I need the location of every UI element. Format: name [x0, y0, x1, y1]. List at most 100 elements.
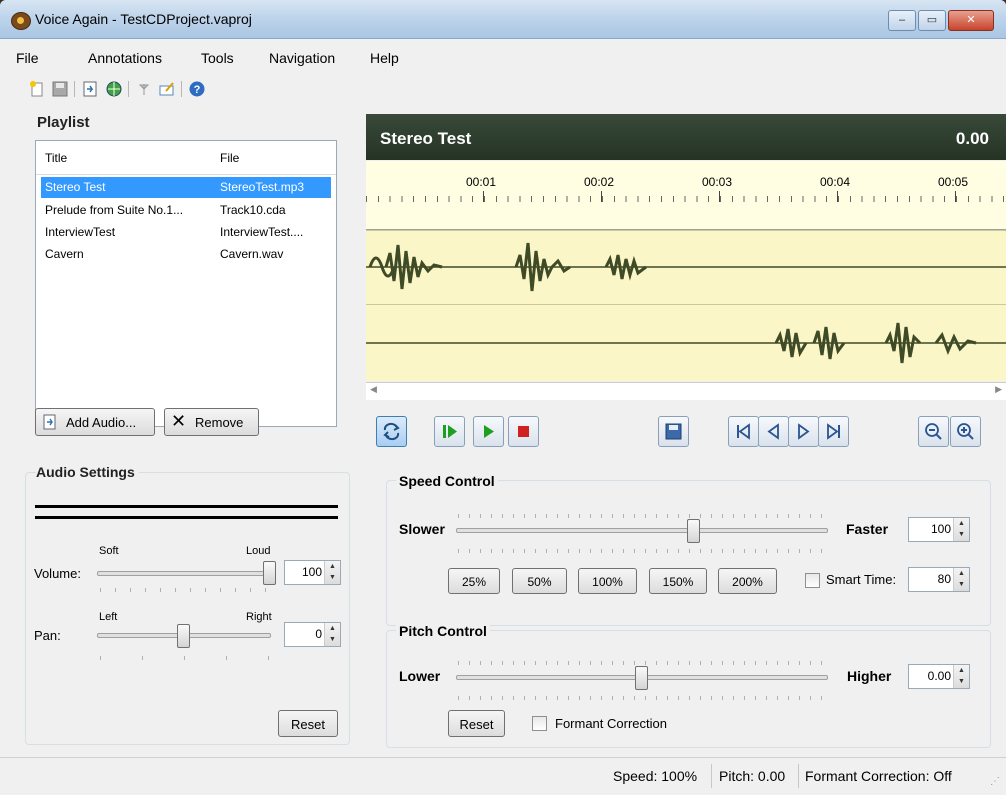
speed-preset-25-button[interactable]: 25%	[448, 568, 500, 594]
web-icon[interactable]	[105, 80, 123, 98]
volume-slider-thumb[interactable]	[263, 561, 276, 585]
pan-spin-arrows[interactable]: ▲ ▼	[324, 623, 340, 646]
step-back-button[interactable]	[758, 416, 789, 447]
add-audio-label: Add Audio...	[66, 415, 137, 430]
column-file[interactable]: File	[220, 151, 239, 165]
horizontal-scrollbar[interactable]: ◀ ▶	[366, 382, 1006, 400]
add-audio-button[interactable]: Add Audio...	[35, 408, 155, 436]
volume-value: 100	[301, 565, 322, 579]
row-title: Cavern	[45, 247, 84, 261]
help-icon[interactable]: ?	[188, 80, 206, 98]
speed-preset-150-button[interactable]: 150%	[649, 568, 707, 594]
app-logo-icon	[11, 12, 31, 30]
row-title: InterviewTest	[45, 225, 116, 239]
speed-slider-thumb[interactable]	[686, 519, 700, 543]
stop-button[interactable]	[508, 416, 539, 447]
formant-correction-label: Formant Correction	[555, 716, 667, 731]
stop-icon	[518, 426, 529, 437]
remove-label: Remove	[195, 415, 244, 430]
zoom-out-button[interactable]	[918, 416, 949, 447]
pitch-spin-arrows[interactable]: ▲ ▼	[953, 665, 969, 688]
track-title: Stereo Test	[380, 129, 472, 148]
pitch-slider-thumb[interactable]	[635, 666, 648, 690]
resize-grip-icon[interactable]: ⋰	[990, 776, 1000, 787]
speed-preset-200-button[interactable]: 200%	[718, 568, 777, 594]
go-start-button[interactable]	[728, 416, 759, 447]
save-icon[interactable]	[51, 80, 69, 98]
row-file: Cavern.wav	[220, 247, 284, 261]
title-bar[interactable]: Voice Again - TestCDProject.vaproj ‒ ▭ ✕	[0, 0, 1006, 39]
marker-icon[interactable]	[135, 80, 153, 98]
volume-spin-arrows[interactable]: ▲ ▼	[324, 561, 340, 584]
pan-slider-thumb[interactable]	[177, 624, 190, 648]
playlist-row-cavern[interactable]: Cavern Cavern.wav	[41, 244, 331, 265]
playlist-row-stereo-test[interactable]: Stereo Test StereoTest.mp3	[41, 177, 331, 198]
play-button[interactable]	[473, 416, 504, 447]
row-title: Prelude from Suite No.1...	[45, 203, 184, 217]
toolbar-separator	[128, 81, 129, 97]
timeline-ruler[interactable]: 00:01 00:02 00:03 00:04 00:05	[366, 161, 1006, 230]
column-title[interactable]: Title	[45, 151, 67, 165]
ruler-label: 00:01	[466, 175, 497, 189]
pan-left-label: Left	[99, 611, 118, 623]
export-icon[interactable]	[81, 80, 99, 98]
track-header: Stereo Test 0.00	[366, 114, 1006, 160]
smart-time-spin-arrows[interactable]: ▲ ▼	[953, 568, 969, 591]
loop-button[interactable]	[376, 416, 407, 447]
ruler-major-ticks	[366, 191, 1006, 202]
step-forward-button[interactable]	[788, 416, 819, 447]
speed-spinner[interactable]: 100 ▲ ▼	[908, 517, 970, 542]
pitch-reset-button[interactable]: Reset	[448, 710, 505, 737]
waveform-right-channel[interactable]	[366, 304, 1006, 381]
speed-preset-100-button[interactable]: 100%	[578, 568, 637, 594]
audio-reset-button[interactable]: Reset	[278, 710, 338, 737]
formant-correction-checkbox[interactable]	[532, 716, 547, 731]
edit-icon[interactable]	[158, 80, 176, 98]
zoom-in-icon	[957, 423, 974, 440]
pan-spinner[interactable]: 0 ▲ ▼	[284, 622, 341, 647]
menu-annotations[interactable]: Annotations	[88, 50, 162, 66]
speed-ticks-bottom	[458, 549, 826, 553]
playlist-row-interview[interactable]: InterviewTest InterviewTest....	[41, 222, 331, 243]
speed-ticks-top	[458, 514, 826, 518]
volume-spinner[interactable]: 100 ▲ ▼	[284, 560, 341, 585]
speed-spin-arrows[interactable]: ▲ ▼	[953, 518, 969, 541]
save-clip-button[interactable]	[658, 416, 689, 447]
playlist-list[interactable]: Title File Stereo Test StereoTest.mp3 Pr…	[35, 140, 337, 427]
menu-file[interactable]: File	[16, 50, 39, 66]
minimize-button[interactable]: ‒	[888, 10, 916, 31]
speed-slider-track[interactable]	[456, 528, 828, 533]
lower-label: Lower	[399, 668, 441, 684]
menu-navigation[interactable]: Navigation	[269, 50, 335, 66]
window-title: Voice Again - TestCDProject.vaproj	[35, 11, 252, 27]
volume-label: Volume:	[34, 566, 81, 581]
zoom-in-button[interactable]	[950, 416, 981, 447]
go-end-icon	[827, 423, 840, 440]
faster-label: Faster	[846, 521, 889, 537]
waveform-left-svg	[366, 242, 1006, 292]
waveform-left-channel[interactable]	[366, 230, 1006, 304]
audio-reset-label: Reset	[291, 717, 325, 732]
add-audio-icon	[43, 414, 56, 430]
smart-time-checkbox[interactable]	[805, 573, 820, 588]
close-button[interactable]: ✕	[948, 10, 994, 31]
new-file-icon[interactable]	[28, 80, 46, 98]
ruler-label: 00:03	[702, 175, 733, 189]
maximize-button[interactable]: ▭	[918, 10, 946, 31]
smart-time-spinner[interactable]: 80 ▲ ▼	[908, 567, 970, 592]
menu-help[interactable]: Help	[370, 50, 399, 66]
speed-preset-50-button[interactable]: 50%	[512, 568, 567, 594]
slower-label: Slower	[399, 521, 445, 537]
volume-slider-track[interactable]	[97, 571, 271, 576]
playlist-row-prelude[interactable]: Prelude from Suite No.1... Track10.cda	[41, 200, 331, 221]
scroll-right-icon[interactable]: ▶	[995, 384, 1002, 395]
remove-button[interactable]: ✕ Remove	[164, 408, 259, 436]
step-forward-icon	[798, 423, 810, 440]
go-end-button[interactable]	[818, 416, 849, 447]
scroll-left-icon[interactable]: ◀	[370, 384, 377, 395]
preset-label: 150%	[662, 575, 694, 589]
play-from-start-button[interactable]	[434, 416, 465, 447]
status-formant: Formant Correction: Off	[805, 768, 952, 784]
menu-tools[interactable]: Tools	[201, 50, 234, 66]
pitch-spinner[interactable]: 0.00 ▲ ▼	[908, 664, 970, 689]
